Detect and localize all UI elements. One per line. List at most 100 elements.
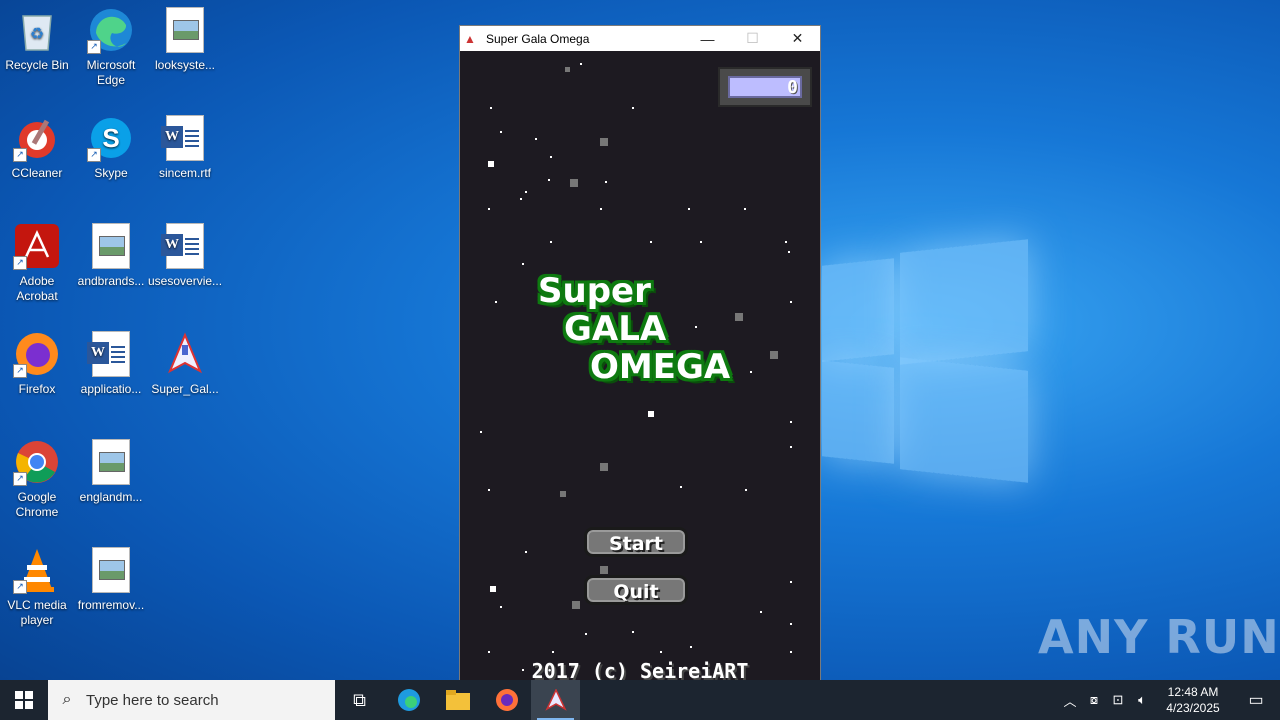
desktop-icon[interactable]: fromremov... [74, 540, 148, 613]
desktop-icon-label: Adobe Acrobat [16, 274, 58, 303]
star [490, 107, 492, 109]
star [572, 601, 580, 609]
vlc-icon: ↗ [13, 546, 61, 594]
taskbar-firefox[interactable] [482, 680, 531, 720]
star [550, 156, 552, 158]
star [500, 131, 502, 133]
star [480, 431, 482, 433]
minimize-button[interactable]: — [685, 26, 730, 51]
desktop-icon[interactable]: englandm... [74, 432, 148, 505]
desktop-icon[interactable]: Wsincem.rtf [148, 108, 222, 181]
star [680, 486, 682, 488]
notification-icon[interactable]: ▭ [1232, 690, 1280, 710]
desktop-icon-label: sincem.rtf [158, 166, 211, 180]
image-file-icon [87, 222, 135, 270]
quit-button[interactable]: Quit [584, 575, 688, 605]
star [632, 107, 634, 109]
image-file-icon [87, 438, 135, 486]
game-canvas[interactable]: 0 Super GALA OMEGA Start Quit 2017 (c) S… [460, 51, 820, 691]
edge-icon: ↗ [87, 6, 135, 54]
taskbar-super-gala-omega[interactable] [531, 680, 580, 720]
desktop-icon-label: andbrands... [77, 274, 145, 288]
desktop-icon[interactable]: S ↗ Skype [74, 108, 148, 181]
image-file-icon [87, 546, 135, 594]
star [660, 651, 662, 653]
chrome-icon: ↗ [13, 438, 61, 486]
desktop-icon[interactable]: Super_Gal... [148, 324, 222, 397]
word-doc-icon: W [161, 222, 209, 270]
volume-icon[interactable]: 🔈︎ [1130, 692, 1154, 708]
star [700, 241, 702, 243]
taskbar-edge[interactable] [384, 680, 433, 720]
desktop-icon[interactable]: ↗ Adobe Acrobat [0, 216, 74, 304]
star [605, 181, 607, 183]
close-button[interactable]: ✕ [775, 26, 820, 51]
desktop-icon[interactable]: Wapplicatio... [74, 324, 148, 397]
desktop-icon[interactable]: andbrands... [74, 216, 148, 289]
star [744, 208, 746, 210]
desktop-icon[interactable]: ↗ CCleaner [0, 108, 74, 181]
network-icon[interactable]: ⊡ [1106, 692, 1130, 708]
star [745, 489, 747, 491]
star [522, 263, 524, 265]
star [600, 566, 608, 574]
recycle-bin-icon: ♻ [13, 6, 61, 54]
star [600, 463, 608, 471]
word-doc-icon: W [161, 114, 209, 162]
desktop-icon[interactable]: Wusesovervie... [148, 216, 222, 289]
clock[interactable]: 12:48 AM 4/23/2025 [1154, 684, 1232, 716]
desktop-icon-label: Recycle Bin [5, 58, 69, 72]
star [600, 138, 608, 146]
chevron-up-icon[interactable]: ︿ [1058, 691, 1082, 710]
windows-icon [15, 691, 33, 709]
game-window[interactable]: ▲ Super Gala Omega — ☐ ✕ 0 Super GALA OM… [459, 25, 821, 691]
star [525, 551, 527, 553]
star [750, 371, 752, 373]
edge-icon [397, 689, 420, 711]
clock-time: 12:48 AM [1167, 685, 1219, 699]
desktop-icon-label: VLC media player [7, 598, 67, 627]
star [520, 198, 522, 200]
star [690, 646, 692, 648]
device-icon[interactable]: ⧇ [1082, 692, 1106, 708]
search-box[interactable]: ⌕ Type here to search [48, 680, 335, 720]
desktop-icon-label: Super_Gal... [151, 382, 219, 396]
ccleaner-icon: ↗ [13, 114, 61, 162]
star [535, 138, 537, 140]
task-view-icon: ⧉ [353, 689, 366, 710]
svg-text:S: S [102, 123, 119, 153]
desktop-icon[interactable]: ↗ Firefox [0, 324, 74, 397]
star [790, 623, 792, 625]
desktop-icon[interactable]: ♻ Recycle Bin [0, 0, 74, 73]
star [570, 179, 578, 187]
logo-super: Super [538, 271, 651, 311]
star [488, 489, 490, 491]
taskbar-file-explorer[interactable] [433, 680, 482, 720]
desktop-icon-label: Firefox [18, 382, 56, 396]
desktop-icon[interactable]: ↗ Microsoft Edge [74, 0, 148, 88]
star [790, 446, 792, 448]
star [788, 251, 790, 253]
svg-text:♻: ♻ [30, 26, 44, 43]
star [790, 301, 792, 303]
star [488, 208, 490, 210]
desktop-icon-label: Google Chrome [15, 490, 59, 519]
star [790, 651, 792, 653]
star [632, 631, 634, 633]
task-view-button[interactable]: ⧉ [335, 680, 384, 720]
logo-gala: GALA [564, 309, 667, 349]
logo-omega: OMEGA [590, 347, 731, 387]
title-bar[interactable]: ▲ Super Gala Omega — ☐ ✕ [460, 26, 820, 51]
desktop-icon[interactable]: looksyste... [148, 0, 222, 73]
maximize-button[interactable]: ☐ [730, 26, 775, 51]
firefox-icon: ↗ [13, 330, 61, 378]
start-menu-button[interactable] [0, 680, 48, 720]
desktop-icon[interactable]: ↗ Google Chrome [0, 432, 74, 520]
star [500, 606, 502, 608]
watermark: ANY RUN [1038, 610, 1280, 664]
system-tray: ︿ ⧇ ⊡ 🔈︎ 12:48 AM 4/23/2025 ▭ [1058, 680, 1280, 720]
desktop-icon[interactable]: ↗ VLC media player [0, 540, 74, 628]
firefox-icon [495, 689, 518, 711]
star [525, 191, 527, 193]
start-button[interactable]: Start [584, 527, 688, 557]
